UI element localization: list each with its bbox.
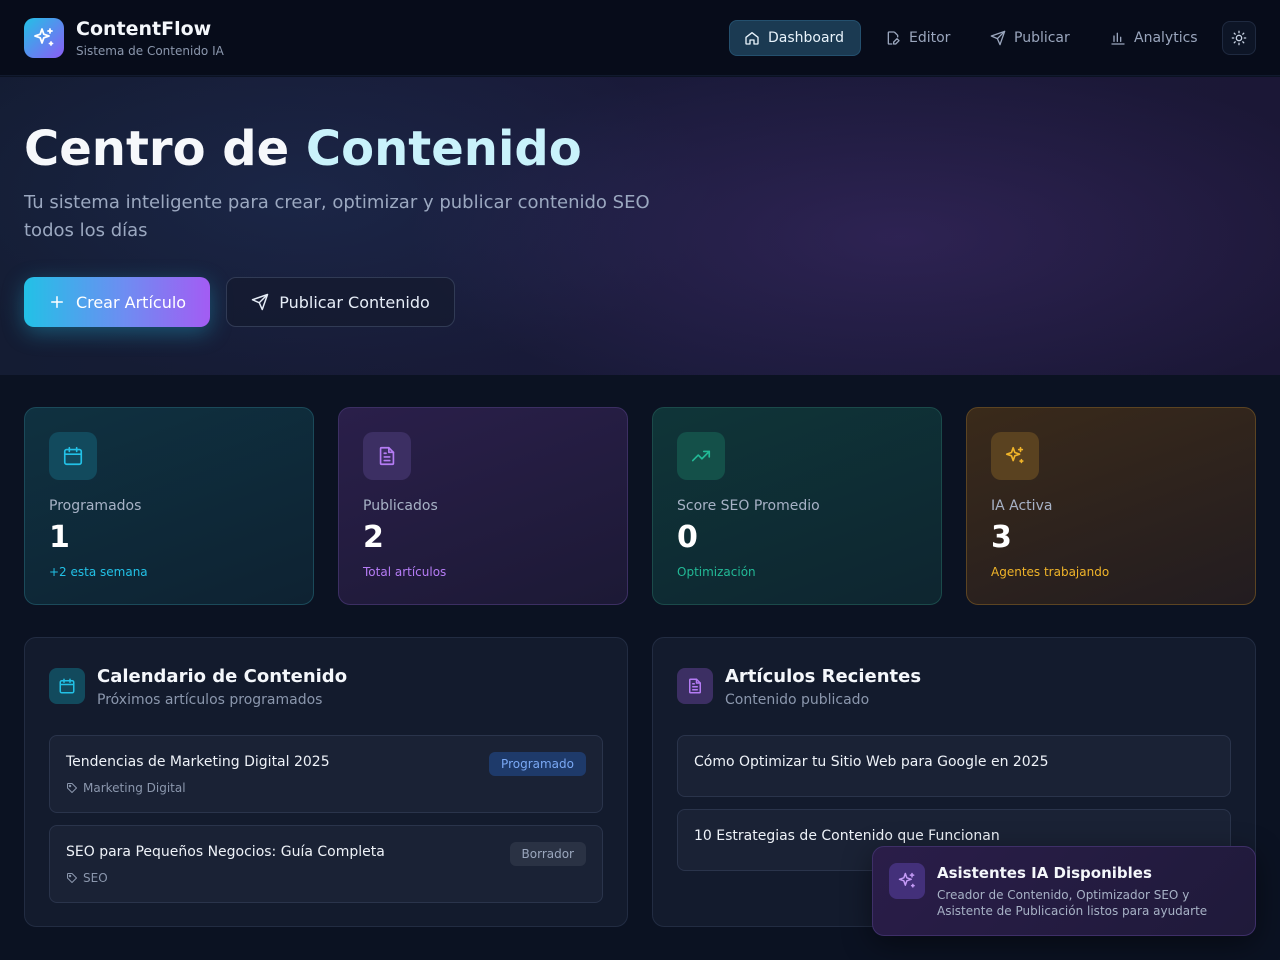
page-title: Centro de Contenido xyxy=(24,121,582,177)
brand-subtitle: Sistema de Contenido IA xyxy=(76,44,224,58)
stat-sub: Agentes trabajando xyxy=(991,565,1110,579)
page-title-part1: Centro de xyxy=(24,121,290,177)
toast-title: Asistentes IA Disponibles xyxy=(937,864,1152,882)
stat-label: Publicados xyxy=(363,498,438,514)
article-title: Cómo Optimizar tu Sitio Web para Google … xyxy=(694,754,1049,770)
panel-subtitle: Próximos artículos programados xyxy=(97,692,323,708)
stat-icon-tile xyxy=(991,432,1039,480)
toast-icon-tile xyxy=(889,863,925,899)
ai-assistants-toast[interactable]: Asistentes IA Disponibles Creador de Con… xyxy=(872,846,1256,936)
stat-value: 2 xyxy=(363,520,384,555)
hero-description: Tu sistema inteligente para crear, optim… xyxy=(24,192,650,241)
nav-editor[interactable]: Editor xyxy=(871,20,964,56)
stat-sub: +2 esta semana xyxy=(49,565,148,579)
nav-analytics-label: Analytics xyxy=(1134,30,1198,46)
plus-icon xyxy=(50,296,63,308)
send-icon xyxy=(251,293,269,311)
article-title: SEO para Pequeños Negocios: Guía Complet… xyxy=(66,844,385,860)
brand-name: ContentFlow xyxy=(76,18,212,40)
recent-article-item[interactable]: Cómo Optimizar tu Sitio Web para Google … xyxy=(677,735,1231,797)
stat-value: 0 xyxy=(677,520,698,555)
home-icon xyxy=(745,31,759,45)
article-tag-label: Marketing Digital xyxy=(83,781,186,795)
stat-card-programados: Programados 1 +2 esta semana xyxy=(24,407,314,605)
file-edit-icon xyxy=(887,31,900,45)
scheduled-article-item[interactable]: Tendencias de Marketing Digital 2025 Mar… xyxy=(49,735,603,813)
stat-icon-tile xyxy=(677,432,725,480)
create-article-button[interactable]: Crear Artículo xyxy=(24,277,210,327)
stat-card-seo-score: Score SEO Promedio 0 Optimización xyxy=(652,407,942,605)
publish-content-label: Publicar Contenido xyxy=(279,292,430,312)
panel-icon-tile xyxy=(677,668,713,704)
page-title-part2: Contenido xyxy=(305,121,582,177)
stat-sub: Total artículos xyxy=(363,565,447,579)
article-title: Tendencias de Marketing Digital 2025 xyxy=(66,754,330,770)
stat-value: 3 xyxy=(991,520,1012,555)
nav-dashboard-label: Dashboard xyxy=(768,30,844,46)
calendar-icon xyxy=(63,446,83,466)
nav-editor-label: Editor xyxy=(909,30,951,46)
stat-card-publicados: Publicados 2 Total artículos xyxy=(338,407,628,605)
sun-icon xyxy=(1231,30,1247,46)
toast-text: Creador de Contenido, Optimizador SEO y … xyxy=(937,888,1208,918)
article-title: 10 Estrategias de Contenido que Funciona… xyxy=(694,828,1000,844)
stat-label: Programados xyxy=(49,498,142,514)
sparkles-icon xyxy=(1005,446,1024,464)
article-tag: Marketing Digital xyxy=(66,781,186,795)
create-article-label: Crear Artículo xyxy=(75,292,187,312)
panel-title: Artículos Recientes xyxy=(725,666,922,687)
article-tag: SEO xyxy=(66,871,108,885)
nav-analytics[interactable]: Analytics xyxy=(1096,20,1212,56)
stat-icon-tile xyxy=(363,432,411,480)
publish-content-button[interactable]: Publicar Contenido xyxy=(226,277,455,327)
nav-dashboard[interactable]: Dashboard xyxy=(729,20,861,56)
panel-title: Calendario de Contenido xyxy=(97,666,348,687)
nav-publicar[interactable]: Publicar xyxy=(976,20,1084,56)
stat-label: IA Activa xyxy=(991,498,1053,514)
stat-value: 1 xyxy=(49,520,70,555)
trending-up-icon xyxy=(691,450,711,462)
sparkles-icon xyxy=(34,28,54,46)
panel-icon-tile xyxy=(49,668,85,704)
stat-icon-tile xyxy=(49,432,97,480)
file-text-icon xyxy=(379,446,395,466)
status-badge: Programado xyxy=(489,752,586,776)
calendar-panel: Calendario de Contenido Próximos artícul… xyxy=(24,637,628,927)
file-text-icon xyxy=(689,678,701,694)
stat-label: Score SEO Promedio xyxy=(677,498,820,514)
calendar-icon xyxy=(59,678,75,694)
panel-subtitle: Contenido publicado xyxy=(725,692,870,708)
sparkles-icon xyxy=(898,872,915,888)
stat-card-ia-activa: IA Activa 3 Agentes trabajando xyxy=(966,407,1256,605)
stat-sub: Optimización xyxy=(677,565,756,579)
tag-icon xyxy=(67,873,77,883)
article-tag-label: SEO xyxy=(83,871,108,885)
top-navigation-bar: ContentFlow Sistema de Contenido IA Dash… xyxy=(0,0,1280,76)
tag-icon xyxy=(67,783,77,793)
theme-toggle-button[interactable] xyxy=(1222,21,1256,55)
scheduled-article-item[interactable]: SEO para Pequeños Negocios: Guía Complet… xyxy=(49,825,603,903)
bar-chart-icon xyxy=(1111,32,1125,45)
logo[interactable] xyxy=(24,18,64,58)
hero-section: Centro de Contenido Tu sistema inteligen… xyxy=(0,77,1280,375)
send-icon xyxy=(990,30,1006,46)
nav-publicar-label: Publicar xyxy=(1014,30,1070,46)
status-badge: Borrador xyxy=(509,842,586,866)
